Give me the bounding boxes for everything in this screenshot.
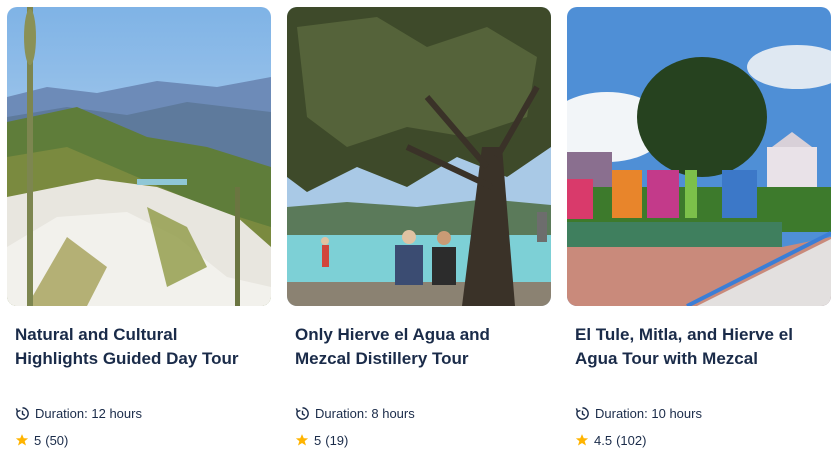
clock-icon	[295, 406, 309, 420]
rating-value: 4.5	[594, 432, 613, 448]
duration-value: 10 hours	[651, 405, 702, 421]
rating-row: 5 (19)	[295, 431, 348, 449]
rating-row: 4.5 (102)	[575, 431, 646, 449]
clock-icon	[575, 406, 589, 420]
review-count: (19)	[325, 432, 349, 448]
duration-row: Duration: 8 hours	[295, 404, 415, 422]
duration-label: Duration:	[35, 405, 88, 421]
duration-label: Duration:	[315, 405, 368, 421]
tour-title[interactable]: El Tule, Mitla, and Hierve el Agua Tour …	[575, 323, 825, 371]
rating-row: 5 (50)	[15, 431, 68, 449]
rating-value: 5	[34, 432, 42, 448]
tour-image[interactable]	[7, 7, 271, 306]
star-icon	[295, 434, 309, 446]
tour-card[interactable]: Only Hierve el Agua and Mezcal Distiller…	[287, 7, 551, 467]
duration-row: Duration: 12 hours	[15, 404, 142, 422]
duration-value: 12 hours	[91, 405, 142, 421]
tour-image[interactable]	[287, 7, 551, 306]
tour-title[interactable]: Only Hierve el Agua and Mezcal Distiller…	[295, 323, 545, 371]
review-count: (50)	[45, 432, 69, 448]
duration-value: 8 hours	[371, 405, 415, 421]
tour-image[interactable]	[567, 7, 831, 306]
star-icon	[15, 434, 29, 446]
tour-card[interactable]: El Tule, Mitla, and Hierve el Agua Tour …	[567, 7, 831, 467]
review-count: (102)	[616, 432, 647, 448]
rating-value: 5	[314, 432, 322, 448]
clock-icon	[15, 406, 29, 420]
duration-row: Duration: 10 hours	[575, 404, 702, 422]
tour-title[interactable]: Natural and Cultural Highlights Guided D…	[15, 323, 265, 371]
tour-card[interactable]: Natural and Cultural Highlights Guided D…	[7, 7, 271, 467]
star-icon	[575, 434, 589, 446]
duration-label: Duration:	[595, 405, 648, 421]
